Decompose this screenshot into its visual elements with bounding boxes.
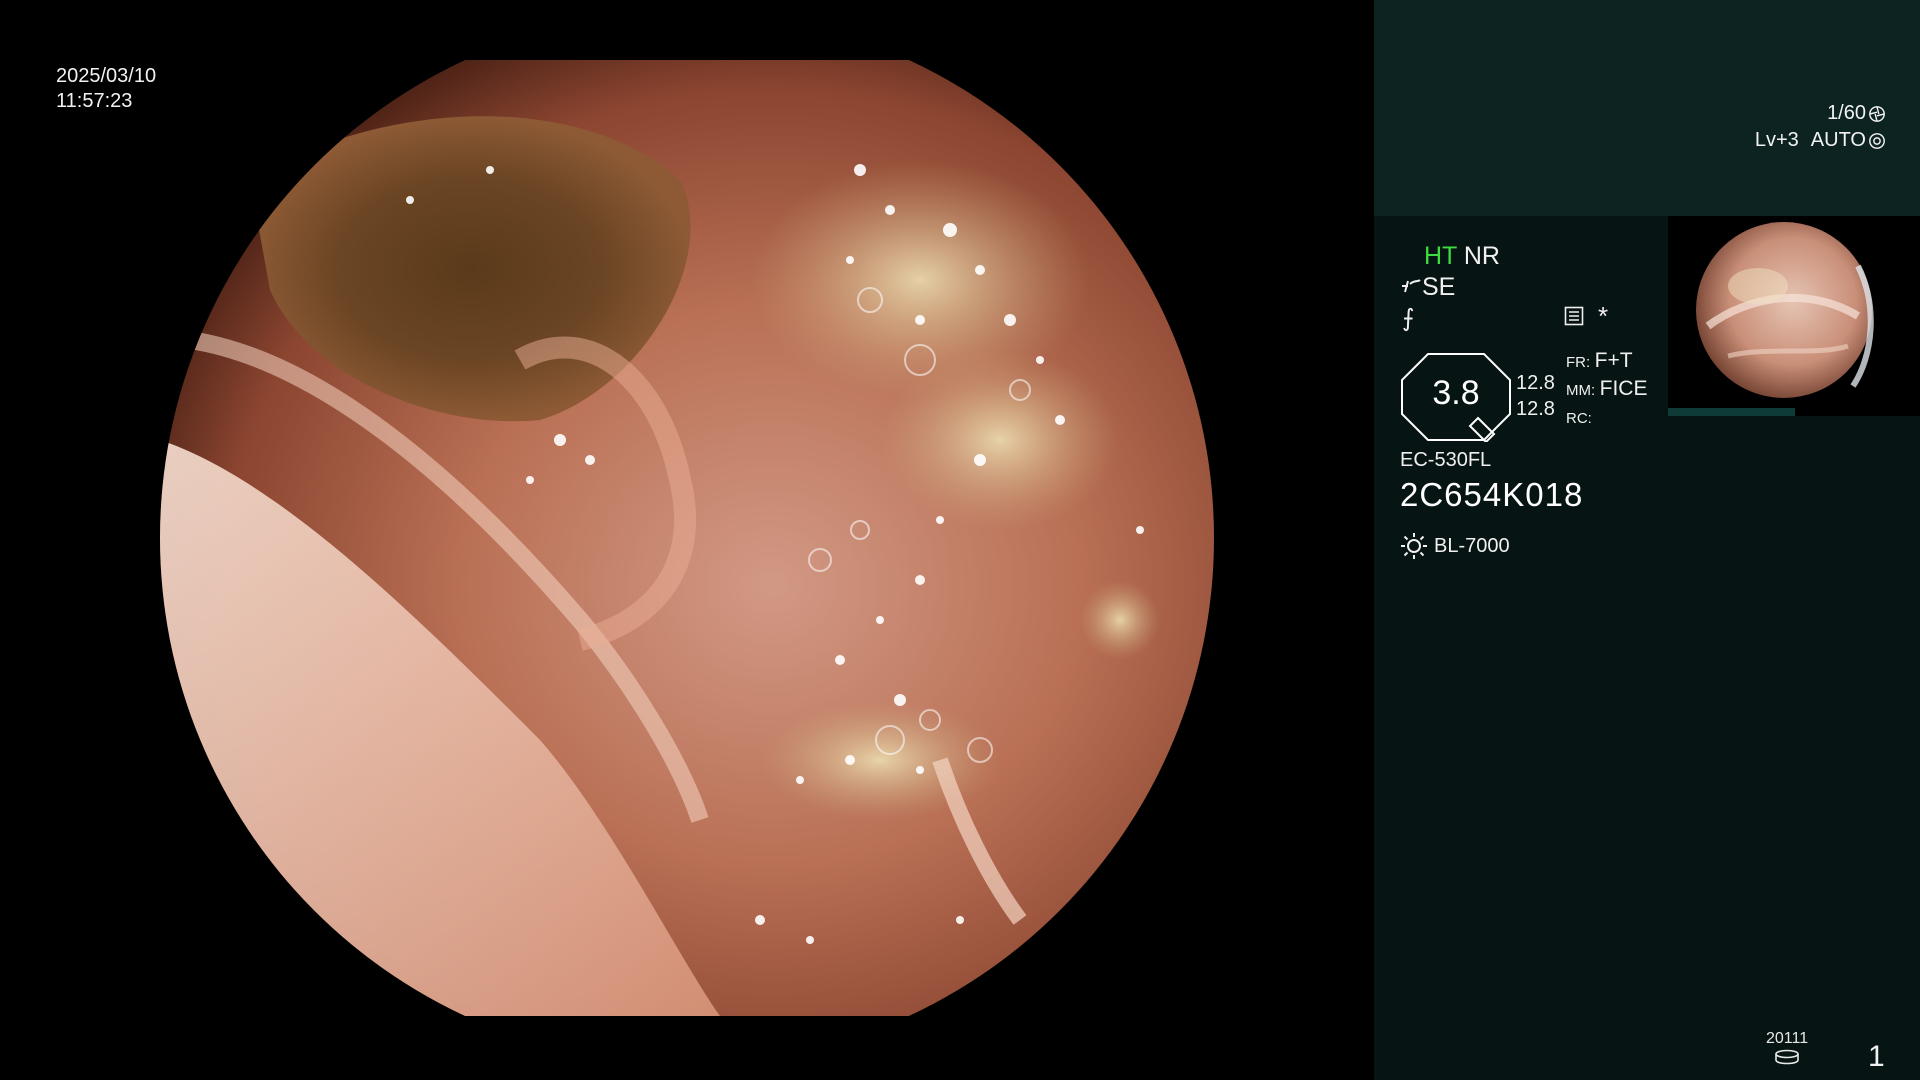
nr-indicator: NR [1463, 242, 1500, 270]
ht-indicator: HT [1424, 242, 1457, 270]
exposure-level: Lv+3 [1754, 129, 1799, 151]
light-source-label: BL-7000 [1434, 534, 1510, 557]
mm-value: FICE [1599, 377, 1648, 400]
mm-label: MM: [1566, 382, 1596, 399]
readouts: 12.8 12.8 [1516, 370, 1555, 422]
page-number: 1 [1868, 1040, 1885, 1073]
date-text: 2025/03/10 [56, 65, 157, 87]
aperture-icon [1869, 105, 1885, 122]
enhancement-modes: HT NR [1424, 242, 1500, 271]
endoscopic-image-graphic [160, 60, 1214, 1016]
endoscopic-image [160, 60, 1214, 1016]
time-text: 11:57:23 [56, 90, 133, 112]
structure-enhancement-icon [1402, 278, 1421, 292]
function-glyph: ⨍ [1402, 305, 1415, 332]
fr-label: FR: [1566, 354, 1591, 371]
mode-icons: * [1564, 301, 1609, 331]
star-indicator: * [1598, 301, 1609, 331]
processing-labels: FR: F+T MM: FICE RC: [1566, 348, 1647, 432]
gauge-value: 3.8 [1432, 374, 1480, 412]
storage-disk-icon [1775, 1049, 1799, 1065]
scope-serial: 2C654K018 [1400, 476, 1584, 513]
light-source: BL-7000 [1400, 532, 1510, 560]
iris-mode: AUTO [1810, 129, 1866, 151]
timestamp: 2025/03/10 11:57:23 [56, 64, 156, 114]
readout-2: 12.8 [1516, 398, 1555, 420]
rc-label: RC: [1566, 410, 1592, 427]
iris-icon [1869, 132, 1885, 149]
fr-value: F+T [1594, 349, 1633, 372]
shutter-speed: 1/60 [1827, 102, 1866, 124]
se-label: SE [1422, 273, 1456, 301]
exposure-settings: 1/60 Lv+3 AUTO [1755, 100, 1886, 154]
sun-icon [1401, 533, 1427, 559]
se-indicator: SE [1400, 273, 1455, 302]
menu-icon [1564, 306, 1584, 326]
storage-code: 20111 [1766, 1030, 1809, 1047]
thumbnail-caption-bar [1668, 408, 1795, 416]
readout-1: 12.8 [1516, 372, 1555, 394]
captured-thumbnail[interactable] [1668, 216, 1920, 416]
scope-model: EC-530FL [1400, 449, 1492, 471]
zoom-gauge: 3.8 [1400, 352, 1512, 444]
thumbnail-image [1696, 222, 1874, 398]
